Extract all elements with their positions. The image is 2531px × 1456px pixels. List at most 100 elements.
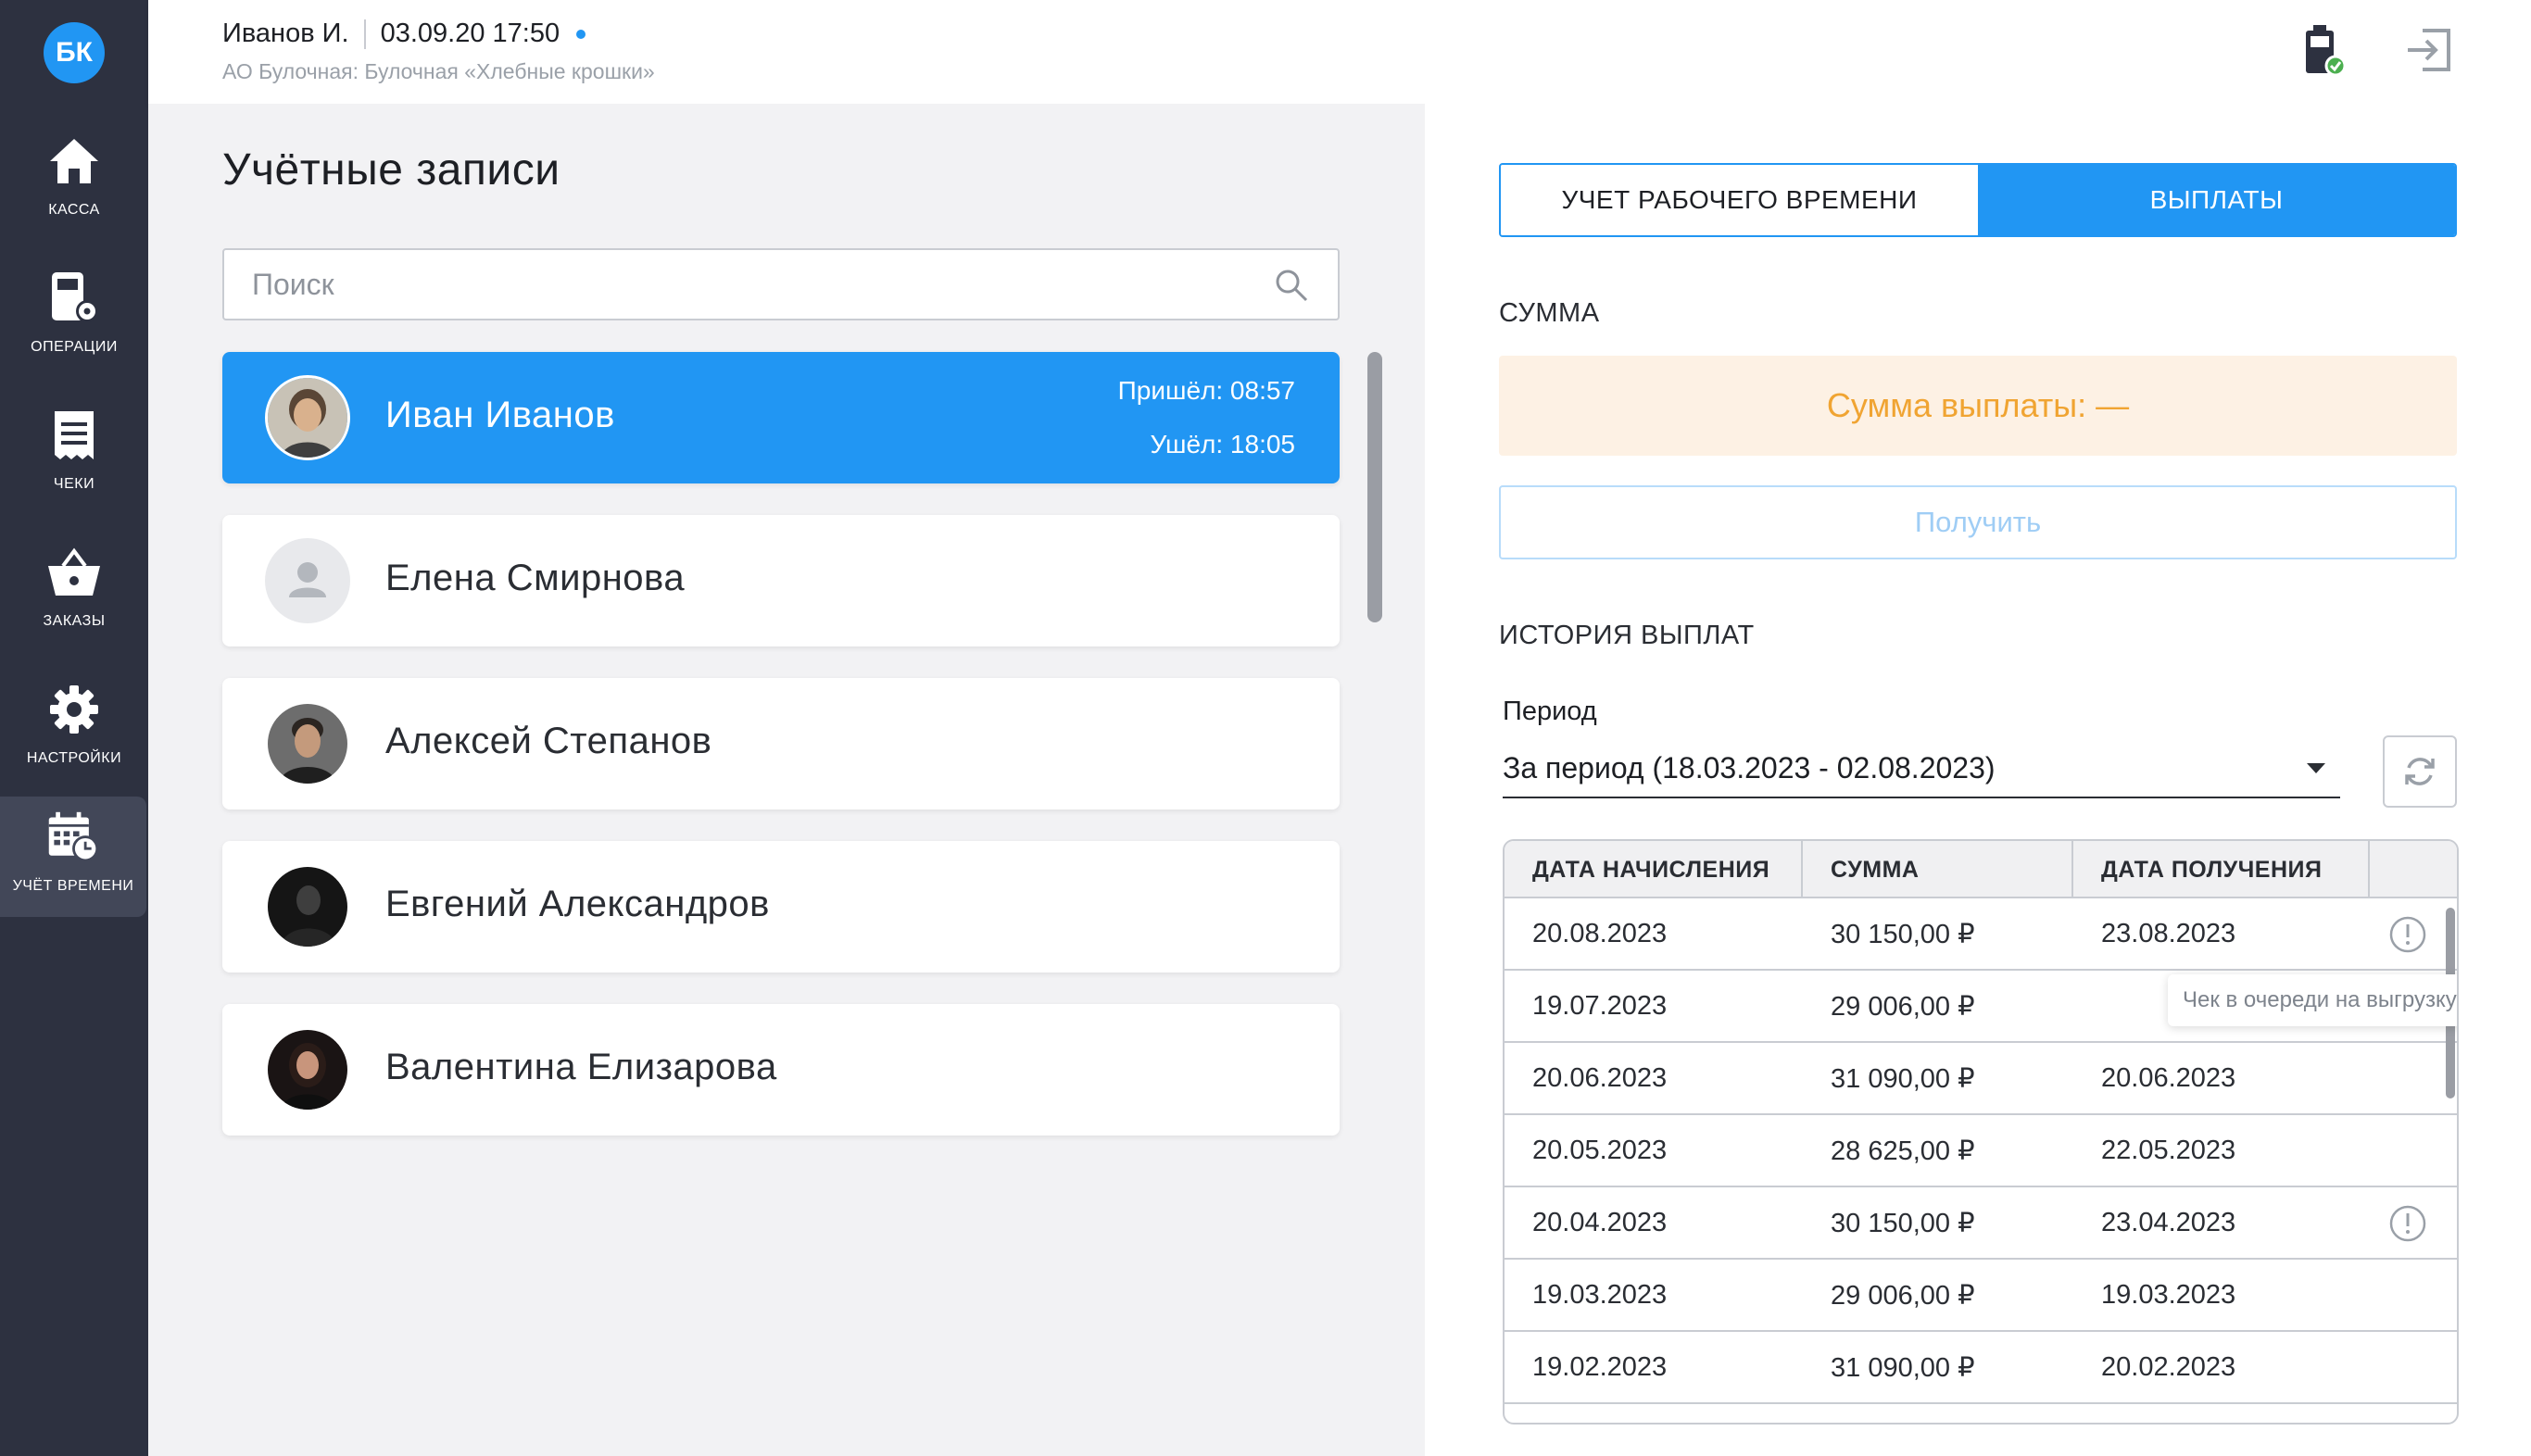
avatar	[265, 864, 350, 949]
received-date-cell: 20.06.2023	[2101, 1062, 2236, 1093]
user-info: Иванов И. 03.09.20 17:50	[222, 19, 586, 49]
receipt-icon	[46, 408, 102, 463]
sidebar-item-operations[interactable]: ОПЕРАЦИИ	[0, 257, 148, 378]
sum-cell: 30 150,00 ₽	[1831, 1208, 1975, 1238]
divider	[363, 19, 366, 49]
home-icon	[46, 133, 102, 189]
column-header-accrual-date[interactable]: ДАТА НАЧИСЛЕНИЯ	[1505, 841, 1803, 898]
received-date-cell: 19.03.2023	[2101, 1279, 2236, 1310]
search-input[interactable]	[252, 250, 1253, 319]
sum-cell: 31 090,00 ₽	[1831, 1352, 1975, 1383]
sum-cell: 31 090,00 ₽	[1831, 1063, 1975, 1094]
sum-cell: 29 006,00 ₽	[1831, 991, 1975, 1022]
employee-name: Валентина Елизарова	[385, 1047, 777, 1087]
search-box	[222, 248, 1340, 320]
refresh-icon	[2405, 758, 2435, 785]
period-select[interactable]: За период (18.03.2023 - 02.08.2023)	[1503, 739, 2340, 798]
employee-card[interactable]: Евгений Александров	[222, 841, 1340, 973]
sidebar-item-time-tracking[interactable]: УЧЁТ ВРЕМЕНИ	[0, 797, 146, 917]
top-header: Иванов И. 03.09.20 17:50 АО Булочная: Бу…	[148, 0, 2531, 104]
history-section-label: ИСТОРИЯ ВЫПЛАТ	[1499, 621, 1755, 650]
accrual-date-cell: 20.08.2023	[1532, 918, 1668, 948]
table-row[interactable]: 19.03.2023 29 006,00 ₽ 19.03.2023	[1505, 1260, 2457, 1332]
sidebar: БК КАССА ОПЕРАЦИИ ЧЕКИ ЗАКАЗЫ НАСТРОЙКИ	[0, 0, 148, 1456]
warning-icon[interactable]	[2388, 915, 2427, 954]
sidebar-item-kassa[interactable]: КАССА	[0, 120, 148, 241]
received-date-cell: 20.02.2023	[2101, 1351, 2236, 1382]
column-header-received-date[interactable]: ДАТА ПОЛУЧЕНИЯ	[2073, 841, 2370, 898]
sidebar-item-label: ЗАКАЗЫ	[43, 613, 106, 629]
sum-cell: 29 006,00 ₽	[1831, 1280, 1975, 1311]
accrual-date-cell: 19.03.2023	[1532, 1279, 1668, 1310]
current-datetime: 03.09.20 17:50	[380, 19, 560, 48]
app-logo: БК	[44, 22, 105, 83]
avatar	[265, 1027, 350, 1112]
payments-panel: УЧЕТ РАБОЧЕГО ВРЕМЕНИ ВЫПЛАТЫ СУММА Сумм…	[1425, 104, 2531, 1456]
table-row[interactable]: 20.08.2023 30 150,00 ₽ 23.08.2023	[1505, 898, 2457, 971]
sidebar-item-label: УЧЁТ ВРЕМЕНИ	[12, 878, 134, 894]
table-row[interactable]: 20.06.2023 31 090,00 ₽ 20.06.2023	[1505, 1043, 2457, 1115]
organization-name: АО Булочная: Булочная «Хлебные крошки»	[222, 59, 655, 83]
avatar	[265, 538, 350, 623]
refresh-button[interactable]	[2383, 735, 2457, 808]
table-row[interactable]: 20.04.2023 30 150,00 ₽ 23.04.2023	[1505, 1187, 2457, 1260]
sidebar-item-label: НАСТРОЙКИ	[26, 750, 122, 766]
user-name: Иванов И.	[222, 19, 349, 48]
employee-name: Алексей Степанов	[385, 721, 712, 761]
employee-card[interactable]: Елена Смирнова	[222, 515, 1340, 646]
period-label: Период	[1503, 697, 1597, 726]
accrual-date-cell: 19.02.2023	[1532, 1351, 1668, 1382]
received-date-cell: 23.08.2023	[2101, 918, 2236, 948]
operations-icon	[46, 270, 102, 326]
accrual-date-cell: 20.06.2023	[1532, 1062, 1668, 1093]
logout-icon[interactable]	[2401, 22, 2457, 78]
employee-name: Елена Смирнова	[385, 558, 686, 598]
sidebar-item-label: ОПЕРАЦИИ	[31, 339, 118, 355]
chevron-down-icon	[2307, 763, 2325, 773]
sum-section-label: СУММА	[1499, 298, 1600, 328]
page-title: Учётные записи	[222, 145, 560, 195]
avatar	[265, 701, 350, 786]
time-tracking-icon	[45, 810, 101, 865]
tab-payments[interactable]: ВЫПЛАТЫ	[1978, 165, 2455, 235]
employee-name: Евгений Александров	[385, 884, 770, 924]
get-payment-button[interactable]: Получить	[1499, 485, 2457, 559]
table-header: ДАТА НАЧИСЛЕНИЯ СУММА ДАТА ПОЛУЧЕНИЯ	[1505, 841, 2457, 898]
sidebar-item-orders[interactable]: ЗАКАЗЫ	[0, 532, 148, 652]
employee-card[interactable]: Алексей Степанов	[222, 678, 1340, 810]
accrual-date-cell: 19.07.2023	[1532, 990, 1668, 1021]
sidebar-item-settings[interactable]: НАСТРОЙКИ	[0, 669, 148, 789]
received-date-cell: 22.05.2023	[2101, 1135, 2236, 1165]
gear-icon	[46, 682, 102, 737]
search-icon[interactable]	[1273, 267, 1310, 304]
period-value: За период (18.03.2023 - 02.08.2023)	[1503, 750, 1996, 784]
sum-cell: 30 150,00 ₽	[1831, 919, 1975, 949]
sidebar-item-receipts[interactable]: ЧЕКИ	[0, 395, 148, 515]
online-status-dot	[576, 29, 586, 39]
tab-work-time[interactable]: УЧЕТ РАБОЧЕГО ВРЕМЕНИ	[1501, 165, 1978, 235]
sidebar-item-label: КАССА	[48, 202, 100, 218]
basket-icon	[46, 545, 102, 600]
departure-time: Ушёл: 18:05	[1150, 430, 1295, 458]
employee-card[interactable]: Валентина Елизарова	[222, 1004, 1340, 1136]
received-date-cell	[2073, 971, 2101, 1041]
arrival-time: Пришёл: 08:57	[1117, 376, 1295, 405]
device-status-icon[interactable]	[2296, 22, 2351, 78]
sidebar-item-label: ЧЕКИ	[53, 476, 95, 492]
upload-queue-tooltip: Чек в очереди на выгрузку	[2168, 974, 2457, 1026]
accrual-date-cell: 20.05.2023	[1532, 1135, 1668, 1165]
table-row[interactable]: 19.02.2023 31 090,00 ₽ 20.02.2023	[1505, 1332, 2457, 1404]
sum-cell: 28 625,00 ₽	[1831, 1136, 1975, 1166]
tab-bar: УЧЕТ РАБОЧЕГО ВРЕМЕНИ ВЫПЛАТЫ	[1499, 163, 2457, 237]
payment-history-table: ДАТА НАЧИСЛЕНИЯ СУММА ДАТА ПОЛУЧЕНИЯ 20.…	[1503, 839, 2459, 1425]
employee-card[interactable]: Иван Иванов Пришёл: 08:57 Ушёл: 18:05	[222, 352, 1340, 483]
table-row[interactable]: 20.05.2023 28 625,00 ₽ 22.05.2023	[1505, 1115, 2457, 1187]
avatar	[265, 375, 350, 460]
accrual-date-cell: 20.04.2023	[1532, 1207, 1668, 1237]
received-date-cell: 23.04.2023	[2101, 1207, 2236, 1237]
column-header-sum[interactable]: СУММА	[1803, 841, 2073, 898]
warning-icon[interactable]	[2388, 1204, 2427, 1243]
accounts-panel: Учётные записи Иван Иванов Пришёл: 08:57…	[148, 104, 1425, 1456]
employee-name: Иван Иванов	[385, 395, 615, 435]
list-scrollbar[interactable]	[1367, 352, 1382, 622]
